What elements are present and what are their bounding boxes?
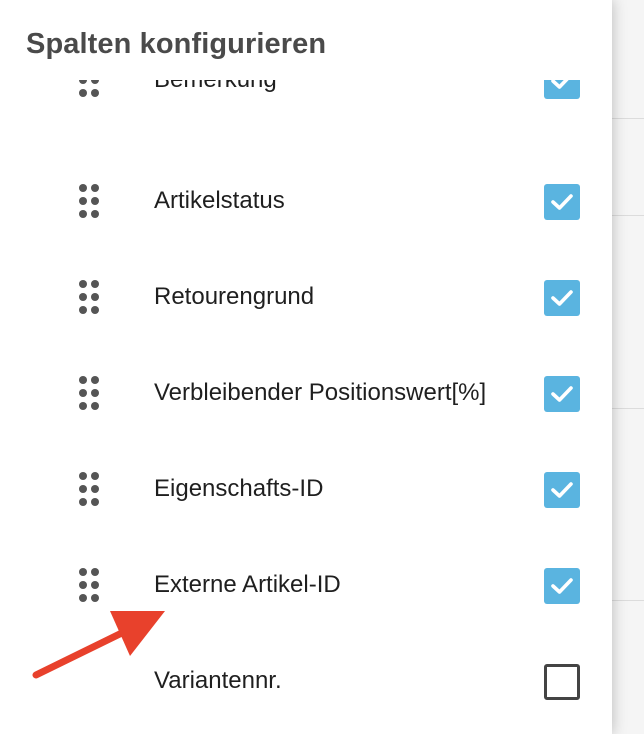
red-arrow-annotation	[32, 611, 165, 679]
screenshot-stage: Spalten konfigurieren Bemerkung	[0, 0, 644, 734]
